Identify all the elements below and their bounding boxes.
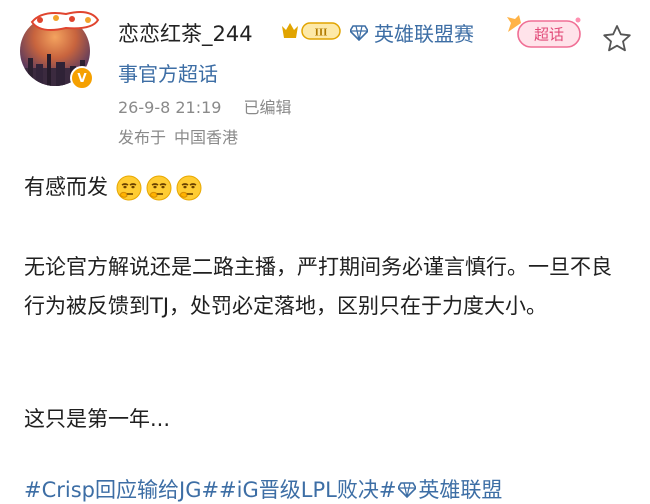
- chaohua-label: 超话: [534, 26, 564, 44]
- post-time: 26-9-8 21:19: [118, 98, 222, 117]
- verified-badge: V: [70, 66, 94, 90]
- hashtag-links[interactable]: #Crisp回应输给JG##iG晋级LPL败决#: [24, 478, 396, 502]
- diamond-icon: [398, 482, 417, 498]
- star-outline-icon[interactable]: [602, 24, 632, 54]
- diamond-icon: [350, 24, 368, 41]
- edited-label[interactable]: 已编辑: [243, 98, 291, 117]
- thinking-face-icon: [116, 175, 142, 200]
- posted-from-label: 发布于: [118, 128, 167, 147]
- post-paragraph-3: 这只是第一年...: [24, 407, 171, 431]
- username[interactable]: 恋恋红茶_244: [118, 18, 253, 48]
- topic-link-inline[interactable]: 英雄联盟: [418, 478, 502, 502]
- topic-text-line1[interactable]: 英雄联盟赛: [374, 18, 474, 47]
- topic-text-line2[interactable]: 事官方超话: [118, 58, 218, 87]
- post-meta-location: 发布于 中国香港: [118, 124, 238, 148]
- avatar-container[interactable]: V: [18, 6, 100, 90]
- post-intro: 有感而发: [24, 175, 108, 199]
- chaohua-button[interactable]: 超话: [500, 14, 586, 50]
- post-paragraph-2: 无论官方解说还是二路主播，严打期间务必谨言慎行。一旦不良行为被反馈到TJ，处罚必…: [24, 255, 612, 318]
- topic-link[interactable]: 英雄联盟赛: [350, 18, 474, 47]
- post-meta-time: 26-9-8 21:19 已编辑: [118, 94, 291, 118]
- thinking-face-icon: [146, 175, 172, 200]
- post-line-1: 有感而发: [24, 168, 630, 207]
- avatar-pendant-icon: [30, 11, 100, 31]
- thinking-face-icon: [176, 175, 202, 200]
- level-badge: III: [282, 22, 341, 40]
- post-location: 中国香港: [174, 128, 239, 147]
- level-text: III: [315, 27, 328, 39]
